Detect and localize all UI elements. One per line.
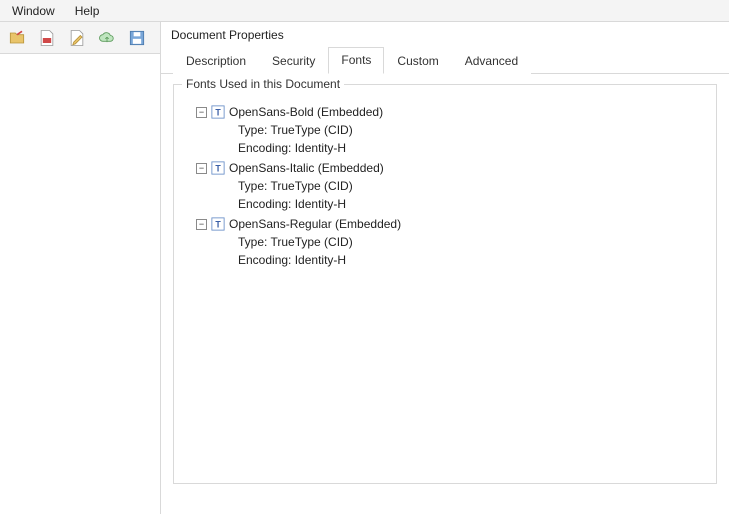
menu-window[interactable]: Window [8,4,59,18]
tab-advanced[interactable]: Advanced [452,48,531,74]
menu-help[interactable]: Help [71,4,104,18]
fonts-groupbox: Fonts Used in this Document − T OpenSans… [173,84,717,484]
font-type: Type: TrueType (CID) [238,121,706,139]
font-encoding: Encoding: Identity-H [238,195,706,213]
font-type: Type: TrueType (CID) [238,177,706,195]
groupbox-label: Fonts Used in this Document [182,77,344,91]
tab-fonts[interactable]: Fonts [328,47,384,74]
font-name[interactable]: OpenSans-Regular (Embedded) [229,215,401,233]
svg-text:T: T [215,108,221,118]
tabs: Description Security Fonts Custom Advanc… [161,46,729,74]
tab-custom[interactable]: Custom [384,48,451,74]
cloud-upload-icon[interactable] [96,27,118,49]
font-encoding: Encoding: Identity-H [238,251,706,269]
open-file-icon[interactable] [6,27,28,49]
tab-description[interactable]: Description [173,48,259,74]
svg-text:T: T [215,220,221,230]
left-empty-pane [0,54,160,514]
edit-icon[interactable] [66,27,88,49]
truetype-icon: T [211,161,225,175]
font-encoding: Encoding: Identity-H [238,139,706,157]
font-node: − T OpenSans-Italic (Embedded) Type: Tru… [196,159,706,213]
fonts-tree: − T OpenSans-Bold (Embedded) Type: TrueT… [174,85,716,281]
menubar: Window Help [0,0,729,22]
truetype-icon: T [211,105,225,119]
font-type: Type: TrueType (CID) [238,233,706,251]
font-name[interactable]: OpenSans-Italic (Embedded) [229,159,384,177]
font-node: − T OpenSans-Bold (Embedded) Type: TrueT… [196,103,706,157]
font-name[interactable]: OpenSans-Bold (Embedded) [229,103,383,121]
pdf-file-icon[interactable] [36,27,58,49]
tree-expander-icon[interactable]: − [196,219,207,230]
svg-text:T: T [215,164,221,174]
truetype-icon: T [211,217,225,231]
document-properties-panel: Document Properties Description Security… [160,22,729,514]
tree-expander-icon[interactable]: − [196,107,207,118]
font-node: − T OpenSans-Regular (Embedded) Type: Tr… [196,215,706,269]
tree-expander-icon[interactable]: − [196,163,207,174]
dialog-title: Document Properties [161,22,729,46]
save-icon[interactable] [126,27,148,49]
tab-security[interactable]: Security [259,48,328,74]
